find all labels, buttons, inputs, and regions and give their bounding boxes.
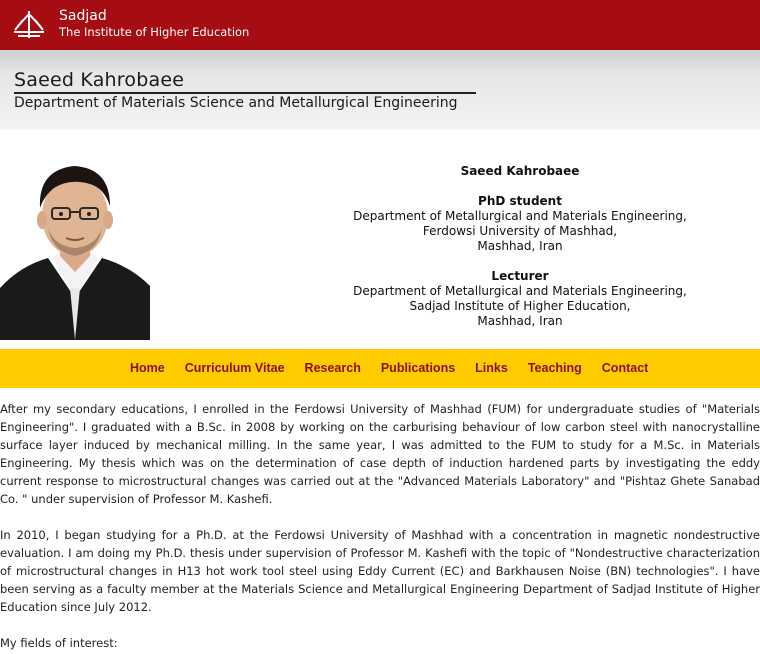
nav-publications[interactable]: Publications [381,361,455,375]
brand-text: Sadjad The Institute of Higher Education [59,8,249,40]
fields-of-interest-label: My fields of interest: [0,636,118,650]
biography: After my secondary educations, I enrolle… [0,400,760,654]
nav-contact[interactable]: Contact [602,361,649,375]
nav-home[interactable]: Home [130,361,165,375]
portrait-image [0,148,150,340]
profile-name: Saeed Kahrobaee [460,164,580,178]
main-nav: Home Curriculum Vitae Research Publicati… [0,349,760,388]
role-phd-line2: Ferdowsi University of Mashhad, [422,224,618,238]
nav-curriculum-vitae[interactable]: Curriculum Vitae [185,361,285,375]
nav-links[interactable]: Links [475,361,508,375]
bio-paragraph-2: In 2010, I began studying for a Ph.D. at… [0,528,760,614]
role-lecturer-line3: Mashhad, Iran [477,314,563,328]
role-phd-line1: Department of Metallurgical and Material… [353,209,687,223]
nav-items: Home Curriculum Vitae Research Publicati… [130,361,668,375]
sadjad-logo-icon[interactable] [12,10,46,40]
nav-research[interactable]: Research [305,361,361,375]
role-phd-line3: Mashhad, Iran [477,239,563,253]
role-lecturer-line2: Sadjad Institute of Higher Education, [409,299,631,313]
brand-subtitle: The Institute of Higher Education [59,25,250,39]
title-banner: Saeed Kahrobaee Department of Materials … [0,50,760,130]
role-phd-title: PhD student [478,194,562,208]
department-title: Department of Materials Science and Meta… [14,95,458,111]
page-title: Saeed Kahrobaee [14,69,185,91]
site-header: Sadjad The Institute of Higher Education [0,0,760,50]
profile-photo [0,148,150,340]
brand-name: Sadjad [59,8,107,24]
profile-info: Saeed Kahrobaee PhD student Department o… [340,164,700,329]
role-lecturer-line1: Department of Metallurgical and Material… [353,284,687,298]
nav-teaching[interactable]: Teaching [528,361,582,375]
role-lecturer-title: Lecturer [491,269,549,283]
title-divider [14,92,476,94]
bio-paragraph-1: After my secondary educations, I enrolle… [0,402,760,506]
